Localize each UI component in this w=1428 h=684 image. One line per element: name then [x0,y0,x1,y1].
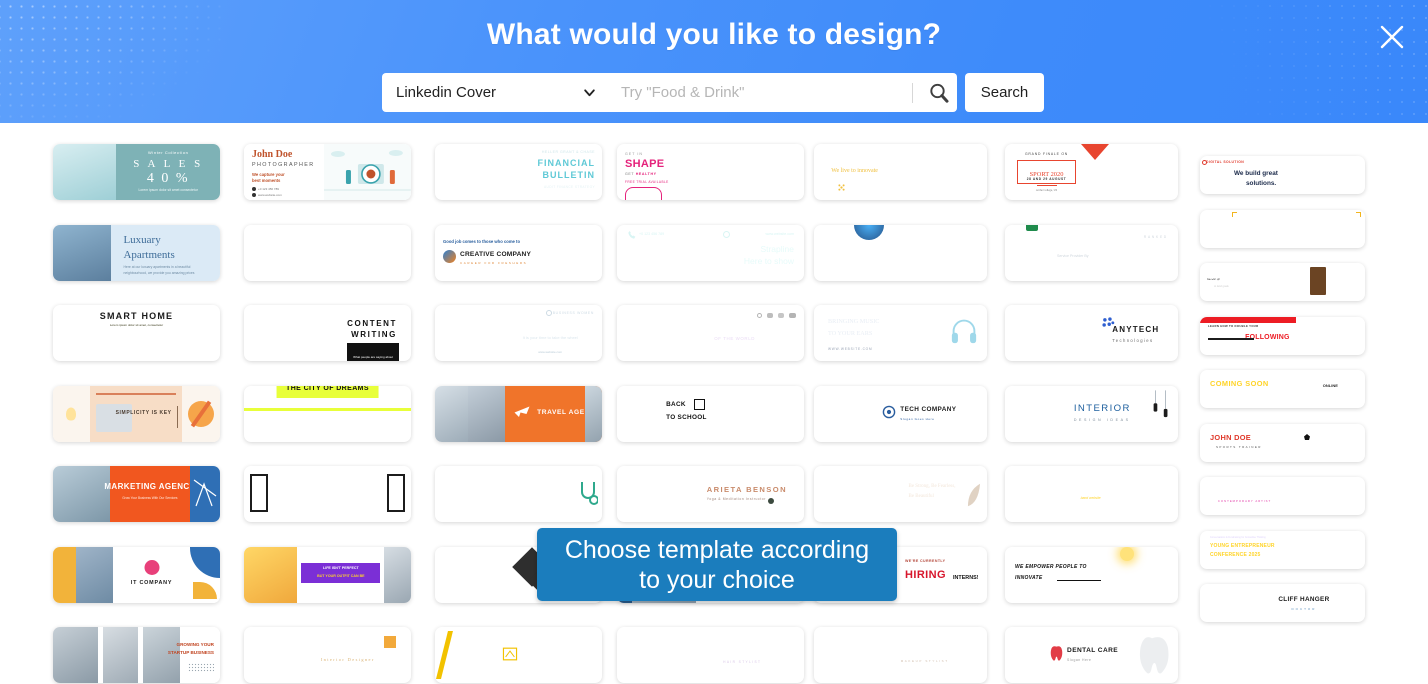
search-icon[interactable] [927,73,957,112]
instruction-callout: Choose template according to your choice [537,528,897,601]
template-card-the-best-routes[interactable]: THE BEST ROUTES OF THE WORLD [617,305,804,361]
search-divider [912,82,913,103]
template-card-john-doe-subscribe[interactable]: John DOE MICROBIT, GADGETS & INVENTIONS … [244,225,411,281]
template-card-winter-collection-sales-40[interactable]: Winter Collection S A L E S 4 0 % Lorem … [53,144,220,200]
template-card-marketing-agency[interactable]: MARKETING AGENCY Grow Your Business With… [53,466,220,522]
template-card-place-your-strapline[interactable]: +0 123 456 789 www.website.com Place You… [617,225,804,281]
template-card-smart-home[interactable]: SMART HOME Lorem ipsum dolor sit amet, c… [53,305,220,361]
template-card-simplicity-is-key[interactable]: SIMPLICITY IS KEY [53,386,220,442]
template-card-arieta-benson-stylist[interactable]: ARIETA BENSON MAKEUP STYLIST [814,627,987,683]
template-card-business-seminar-2022[interactable]: BUSINESS WOMEN Business Seminar 2022 It … [435,305,602,361]
category-select-value: Linkedin Cover [396,84,497,101]
design-template-picker: What would you like to design? Linkedin … [0,0,1428,684]
template-card-health-care[interactable]: HEALTH CARE [435,466,602,522]
template-card-dental-care[interactable]: DENTAL CARE Slogan Here [1005,627,1178,683]
template-card-coming-soon-online[interactable]: COMING SOON DIGITAL MARKETING CLASS ONLI… [1200,370,1365,408]
template-card-cliff-hanger-music[interactable]: CLIFF HANGER band website [1005,466,1178,522]
template-card-marketing-technologist[interactable]: MARKETING TECHNOLOGIST [814,225,987,281]
template-card-tech-company[interactable]: TECH COMPANY Slogan Goes Here [814,386,987,442]
template-card-start-exploring[interactable]: START EXPLORING [244,466,411,522]
template-card-bringing-music-to-your-ears[interactable]: BRINGING MUSIC TO YOUR EARS WWW.WEBSITE.… [814,305,987,361]
callout-line-1: Choose template according [564,535,870,564]
category-select[interactable]: Linkedin Cover [382,73,609,112]
template-card-luxuary-apartments[interactable]: Luxuary Apartments Here at our luxuary a… [53,225,220,281]
template-card-cliff-hanger-doctor[interactable]: CLIFF HANGER DOCTOR [1200,584,1365,622]
template-card-john-doe-photographer[interactable]: John Doe PHOTOGRAPHER We capture your be… [244,144,411,200]
template-card-be-strong-be-fearless[interactable]: Be Strong, Be Fearless, Be Beautiful [814,466,987,522]
template-card-young-entrepreneur-conference-2025[interactable]: Conversations & Fundraising for Consulti… [1200,531,1365,569]
page-title: What would you like to design? [486,18,942,51]
modal-header: What would you like to design? Linkedin … [0,0,1428,123]
callout-line-2: to your choice [639,565,795,594]
template-card-we-build-great-solutions[interactable]: DIGITAL SOLUTION We build great solution… [1200,156,1365,194]
template-card-learn-how-to-double-your-following[interactable]: LEARN HOW TO DOUBLE YOUR FOLLOWING [1200,317,1365,355]
template-card-we-live-to-innovate[interactable]: “ We live to innovate DIGITAL MARKETING [814,144,987,200]
close-icon[interactable] [1375,20,1409,54]
template-card-travel-agency[interactable]: TRAVEL AGENCY [435,386,602,442]
search-bar: Linkedin Cover Search [382,73,1044,112]
template-card-arieta-benson-hair[interactable]: ARIETA BENSON HAIR STYLIST [617,627,804,683]
template-card-content-writing[interactable]: CONTENT WRITING What people are saying a… [244,305,411,361]
template-card-back-to-school[interactable]: BACK TO SCHOOL [617,386,804,442]
template-card-get-in-shape[interactable]: GET IN SHAPE GET HEALTHY FREE TRIAL AVAI… [617,144,804,200]
template-card-arieta-benson-yoga[interactable]: ARIETA BENSON Yoga & Meditation Instruct… [617,466,804,522]
chevron-down-icon [584,89,595,97]
template-card-we-empower-people-to-innovate[interactable]: WE EMPOWER PEOPLE TO INNOVATE [1005,547,1178,603]
template-card-it-company[interactable]: IT COMPANY [53,547,220,603]
template-card-john-doe-sports-trainer[interactable]: JOHN DOE SPORTS TRAINER [1200,424,1365,462]
template-card-life-isnt-perfect[interactable]: LIFE ISN'T PERFECT BUT YOUR OUTFIT CAN B… [244,547,411,603]
template-card-my-goal[interactable]: Get with upl My goal... to land goals Fr… [1200,263,1365,301]
template-card-financial-bulletin[interactable]: HELLER GRANT & CHASE FINANCIAL BULLETIN … [435,144,602,200]
template-card-sara-bellum[interactable]: SARA BELLUM Interior Designer [244,627,411,683]
search-field-wrap [609,73,927,112]
template-card-interior-design-ideas[interactable]: INTERIOR DESIGN IDEAS [1005,386,1178,442]
template-card-architect[interactable]: ARCHITECT [435,627,602,683]
template-card-the-city-of-dreams[interactable]: THE CITY OF DREAMS [244,386,411,442]
template-card-faster-smarter-leaner[interactable]: FASTER, SMARTER, LEANER. Spread operatio… [1200,210,1365,248]
template-card-anytech-technologies[interactable]: ANYTECH Technologies [1005,305,1178,361]
template-card-creative-company[interactable]: Good job comes to those who come to CREA… [435,225,602,281]
template-card-best-managed-ranked-28[interactable]: Best Managed Service Provider By RANKED … [1005,225,1178,281]
template-card-arieta-benson-contemporary-artist[interactable]: ARIETA BENSON CONTEMPORARY ARTIST [1200,477,1365,515]
search-button[interactable]: Search [965,73,1044,112]
template-card-growing-your-startup-business[interactable]: GROWING YOUR STARTUP BUSINESS [53,627,220,683]
search-input[interactable] [621,84,910,101]
template-card-sport-2020-grand-finale[interactable]: GRAND FINALE ON SPORT 2020 28 AND 29 AUG… [1005,144,1178,200]
